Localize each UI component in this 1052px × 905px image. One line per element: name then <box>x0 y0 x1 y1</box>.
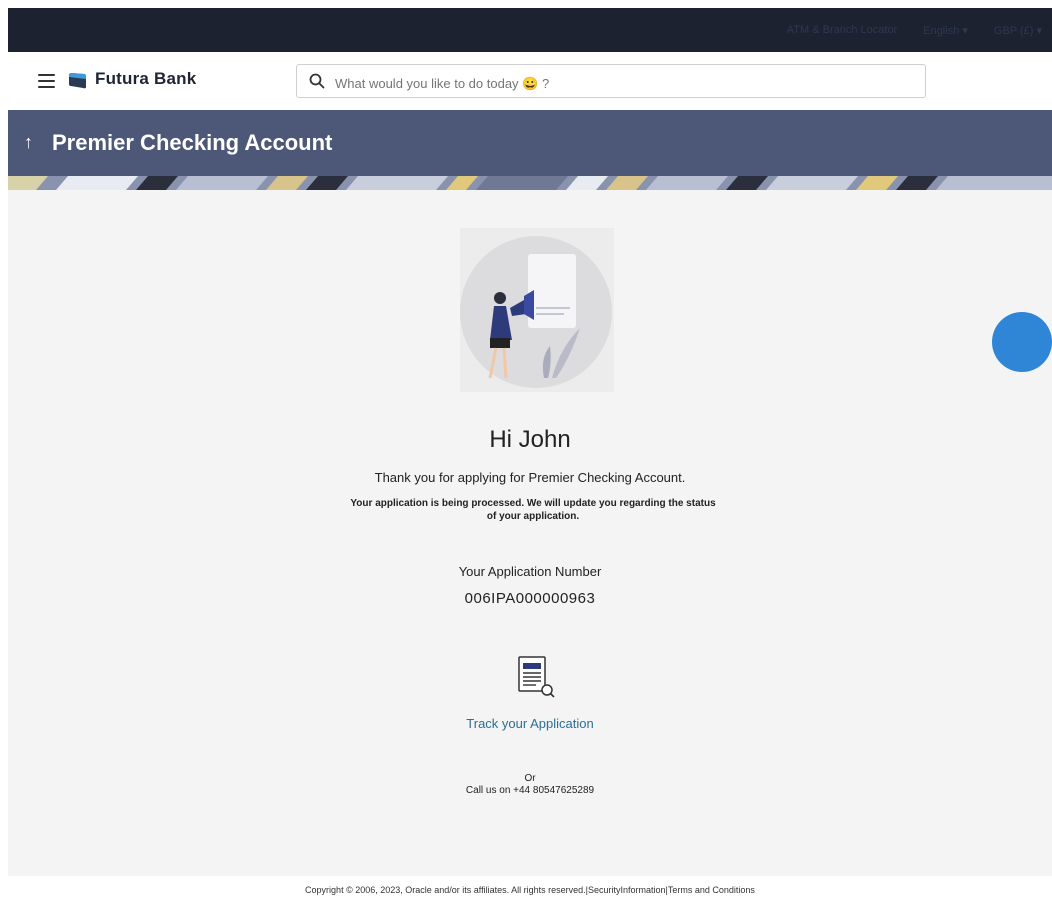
decorative-pattern <box>8 176 1052 190</box>
track-application-link[interactable]: Track your Application <box>8 716 1052 731</box>
top-utility-bar: ATM & Branch Locator English ▾ GBP (£) ▾ <box>8 8 1052 52</box>
application-number: 006IPA000000963 <box>464 590 596 607</box>
back-arrow-icon[interactable]: ↑ <box>24 132 33 153</box>
search-box[interactable] <box>296 64 926 98</box>
search-icon <box>309 73 325 89</box>
menu-icon[interactable] <box>38 74 55 88</box>
bank-logo-icon <box>69 73 86 89</box>
processing-message: Your application is being processed. We … <box>350 498 716 522</box>
app-frame: ATM & Branch Locator English ▾ GBP (£) ▾… <box>8 8 1052 905</box>
call-us-text: Call us on +44 80547625289 <box>465 785 595 796</box>
language-selector[interactable]: English ▾ <box>923 24 968 37</box>
application-number-label: Your Application Number <box>458 564 602 579</box>
announcement-illustration <box>460 228 614 392</box>
security-information-link[interactable]: SecurityInformation <box>588 885 666 895</box>
page-title-bar: ↑ Premier Checking Account <box>8 110 1052 190</box>
utility-links: ATM & Branch Locator English ▾ GBP (£) ▾ <box>787 8 1042 52</box>
track-document-icon[interactable] <box>516 655 556 699</box>
brand-name[interactable]: Futura Bank <box>95 69 196 89</box>
or-separator: Or <box>524 773 536 784</box>
chat-assistant-button[interactable] <box>992 312 1052 372</box>
currency-selector[interactable]: GBP (£) ▾ <box>994 24 1042 37</box>
thank-you-message: Thank you for applying for Premier Check… <box>374 470 686 485</box>
copyright-text: Copyright © 2006, 2023, Oracle and/or it… <box>305 885 586 895</box>
terms-link[interactable]: Terms and Conditions <box>668 885 755 895</box>
currency-label: GBP (£) <box>993 24 1034 37</box>
search-input[interactable] <box>333 71 897 95</box>
footer: Copyright © 2006, 2023, Oracle and/or it… <box>8 876 1052 905</box>
greeting: Hi John <box>489 426 571 453</box>
page-title: Premier Checking Account <box>52 130 333 155</box>
branch-locator-link[interactable]: ATM & Branch Locator <box>787 24 897 36</box>
language-label: English <box>923 24 960 37</box>
main-header: Futura Bank <box>8 52 1052 111</box>
